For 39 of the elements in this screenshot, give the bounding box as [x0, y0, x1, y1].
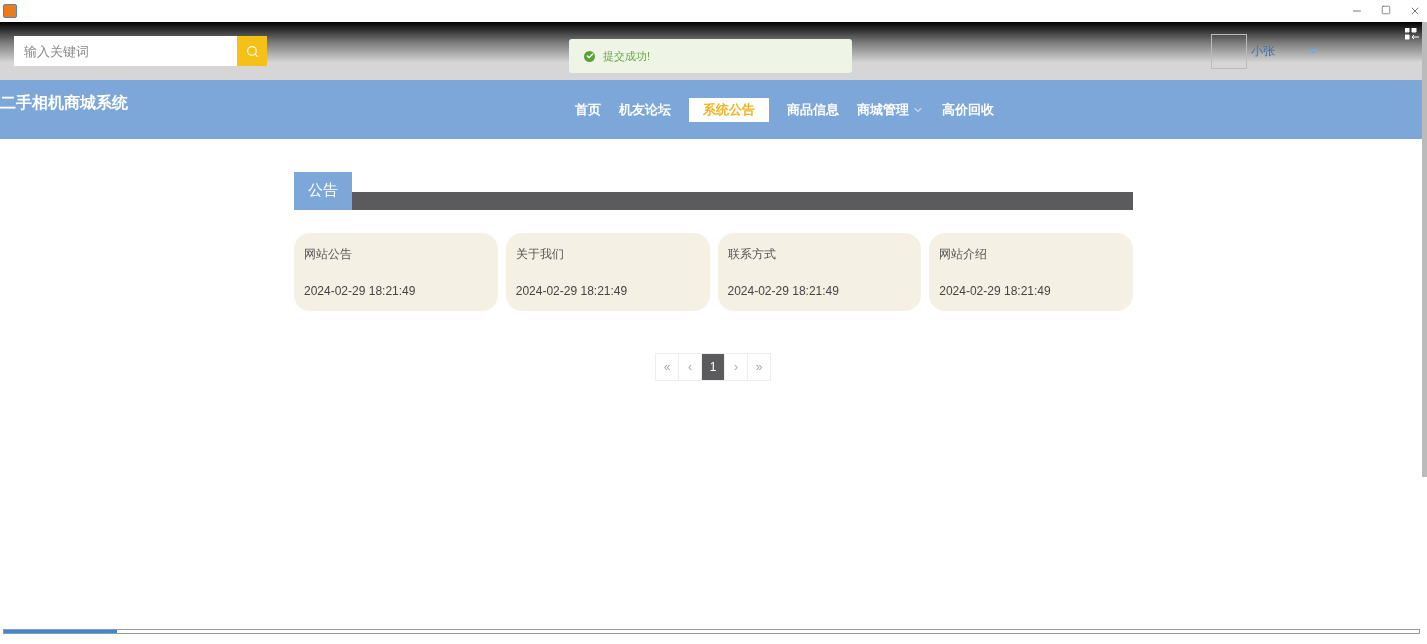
nav-link[interactable]: 系统公告	[689, 97, 769, 122]
notice-card[interactable]: 联系方式 2024-02-29 18:21:49	[717, 233, 922, 311]
page-button[interactable]: «	[655, 353, 679, 381]
search-button[interactable]	[237, 36, 267, 66]
nav-link[interactable]: 首页	[575, 97, 601, 122]
section-title: 公告	[294, 172, 352, 210]
page-button[interactable]: ›	[724, 353, 748, 381]
notice-title: 关于我们	[515, 246, 565, 263]
notice-time: 2024-02-29 18:21:49	[515, 284, 629, 298]
close-icon[interactable]	[1409, 5, 1421, 17]
page-button[interactable]: 1	[701, 353, 725, 381]
maximize-icon[interactable]	[1381, 5, 1391, 15]
notice-card[interactable]: 网站介绍 2024-02-29 18:21:49	[929, 233, 1133, 311]
notice-card[interactable]: 关于我们 2024-02-29 18:21:49	[505, 233, 710, 311]
avatar-image	[1211, 33, 1247, 69]
search-field[interactable]: 输入关键词	[14, 36, 237, 66]
nav-link[interactable]: 高价回收	[942, 97, 994, 122]
nav-link[interactable]: 商城管理	[857, 97, 924, 122]
notice-title: 网站介绍	[939, 246, 989, 263]
search-icon	[245, 44, 259, 58]
notice-time: 2024-02-29 18:21:49	[727, 284, 840, 298]
notice-card[interactable]: 网站公告 2024-02-29 18:21:49	[294, 233, 498, 311]
check-icon	[584, 50, 595, 62]
notice-time: 2024-02-29 18:21:49	[939, 284, 1052, 298]
nav-link[interactable]: 商品信息	[787, 97, 839, 122]
fullscreen-icon[interactable]	[1405, 28, 1419, 40]
notice-time: 2024-02-29 18:21:49	[304, 284, 417, 298]
nav-link[interactable]: 机友论坛	[619, 97, 671, 122]
page-button[interactable]: »	[747, 353, 771, 381]
toast-message: 提交成功!	[603, 48, 651, 64]
page-button[interactable]: ‹	[678, 353, 702, 381]
scrollbar[interactable]	[1422, 22, 1427, 477]
notice-title: 联系方式	[727, 246, 777, 263]
user-name[interactable]: 小张	[1251, 42, 1275, 60]
playback-progress-bar[interactable]	[3, 629, 1420, 634]
caret-icon[interactable]	[1309, 48, 1317, 54]
notice-title: 网站公告	[304, 246, 353, 263]
app-icon	[3, 4, 17, 18]
site-title: 二手相机商城系统	[0, 93, 129, 113]
